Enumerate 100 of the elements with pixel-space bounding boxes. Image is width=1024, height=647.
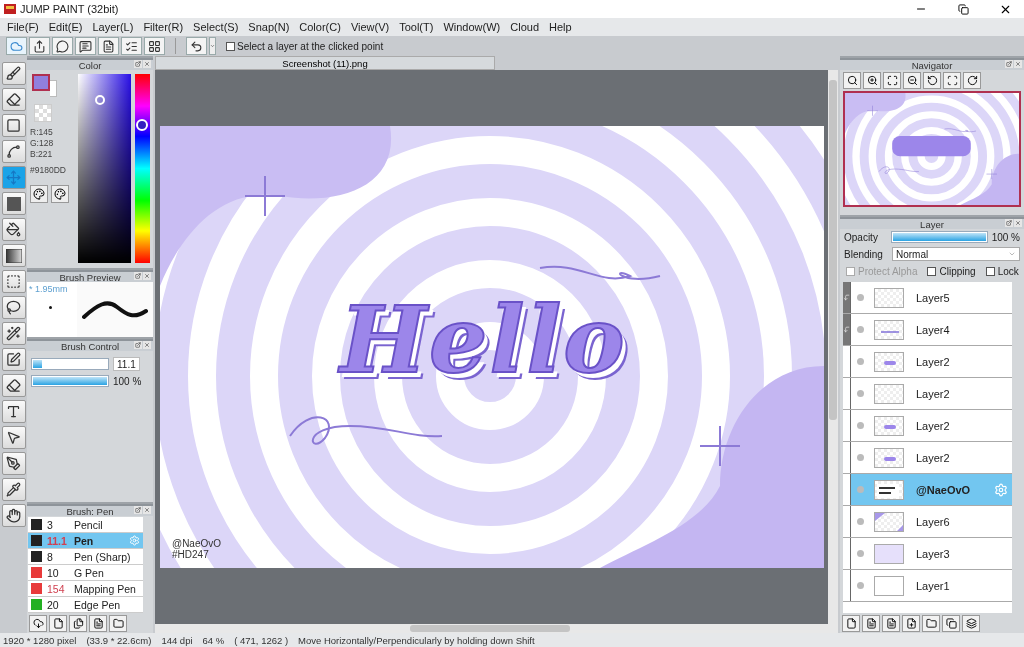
tool-button[interactable] (1, 400, 26, 423)
vertical-scrollbar[interactable] (828, 70, 838, 633)
brush-item[interactable]: 154 Mapping Pen (28, 581, 143, 597)
transparent-swatch[interactable] (34, 104, 52, 122)
rotate-right-button[interactable] (963, 71, 981, 89)
brush-item[interactable]: 3 Pencil (28, 517, 143, 533)
size-field[interactable]: 11.1 (113, 357, 140, 371)
layer-item[interactable]: Layer1 (843, 570, 1012, 602)
visibility-dot-icon[interactable] (857, 550, 864, 557)
layer-item[interactable]: Layer5 (843, 282, 1012, 314)
layer-item[interactable]: Layer4 (843, 314, 1012, 346)
tool-button[interactable] (1, 114, 26, 137)
layer-item[interactable]: Layer3 (843, 538, 1012, 570)
layer-item[interactable]: Layer2 (843, 410, 1012, 442)
visibility-dot-icon[interactable] (857, 390, 864, 397)
actual-size-button[interactable] (843, 71, 861, 89)
blending-dropdown[interactable]: Normal (892, 247, 1020, 261)
tool-button[interactable] (1, 140, 26, 163)
tool-button[interactable] (1, 348, 26, 371)
foreground-color-swatch[interactable] (32, 74, 50, 91)
float-button[interactable] (1005, 219, 1013, 227)
layer-button[interactable] (882, 614, 900, 632)
size-slider[interactable] (31, 358, 109, 370)
visibility-dot-icon[interactable] (857, 486, 864, 493)
brush-item[interactable]: 8 Pen (Sharp) (28, 549, 143, 565)
close-button[interactable] (143, 272, 151, 280)
close-button[interactable] (1014, 60, 1022, 68)
picker-marker[interactable] (94, 95, 105, 105)
zoom-out-button[interactable] (903, 71, 921, 89)
menu-item[interactable]: Window(W) (438, 21, 506, 33)
zoom-in-button[interactable] (863, 71, 881, 89)
visibility-dot-icon[interactable] (857, 582, 864, 589)
menu-item[interactable]: Snap(N) (243, 21, 295, 33)
tool-button[interactable] (1, 62, 26, 85)
fit-button[interactable] (883, 71, 901, 89)
palette-button[interactable] (51, 185, 69, 203)
float-button[interactable] (134, 60, 142, 68)
close-button[interactable] (1014, 219, 1022, 227)
visibility-dot-icon[interactable] (857, 326, 864, 333)
folder-button[interactable] (922, 614, 940, 632)
checkbox[interactable] (927, 267, 937, 276)
hue-slider[interactable] (135, 74, 150, 263)
hue-thumb[interactable] (136, 119, 149, 131)
float-button[interactable] (134, 506, 142, 514)
tool-button[interactable] (1, 192, 26, 215)
layer-item[interactable]: Layer2 (843, 378, 1012, 410)
checkbox[interactable] (985, 267, 995, 276)
menu-item[interactable]: Layer(L) (87, 21, 139, 33)
brush-item[interactable]: 11.1 Pen (28, 533, 143, 549)
close-button[interactable] (143, 341, 151, 349)
palette-button[interactable] (30, 185, 48, 203)
float-button[interactable] (134, 272, 142, 280)
toolbar-button[interactable] (121, 37, 142, 55)
tool-button[interactable] (1, 426, 26, 449)
merge-button[interactable] (962, 614, 980, 632)
visibility-dot-icon[interactable] (857, 454, 864, 461)
close-button[interactable] (143, 506, 151, 514)
canvas[interactable]: Hello @NaeOvO #HD247 (160, 126, 824, 568)
brush-item[interactable]: 10 G Pen (28, 565, 143, 581)
tool-button[interactable] (1, 88, 26, 111)
menu-item[interactable]: Help (544, 21, 577, 33)
menu-item[interactable]: Edit(E) (43, 21, 88, 33)
file-button[interactable] (89, 614, 107, 632)
fit-view-button[interactable] (943, 71, 961, 89)
new-layer-button[interactable] (842, 614, 860, 632)
menu-item[interactable]: View(V) (345, 21, 395, 33)
tool-button[interactable] (1, 374, 26, 397)
float-button[interactable] (134, 341, 142, 349)
background-color-swatch[interactable] (50, 80, 57, 97)
visibility-dot-icon[interactable] (857, 422, 864, 429)
brush-item[interactable]: 20 Edge Pen (28, 597, 143, 613)
checkbox[interactable] (226, 41, 235, 51)
tool-button[interactable] (1, 322, 26, 345)
folder-button[interactable] (109, 614, 127, 632)
saturation-value-picker[interactable] (77, 74, 132, 263)
document-tab[interactable]: Screenshot (11).png (155, 56, 495, 70)
tool-button[interactable] (1, 504, 26, 527)
layer-button[interactable] (862, 614, 880, 632)
download-button[interactable] (29, 614, 47, 632)
tool-button[interactable] (1, 478, 26, 501)
menu-item[interactable]: Tool(T) (394, 21, 439, 33)
close-button[interactable] (143, 60, 151, 68)
toolbar-button[interactable] (144, 37, 165, 55)
menu-item[interactable]: Cloud (505, 21, 544, 33)
visibility-dot-icon[interactable] (857, 358, 864, 365)
layer-item[interactable]: Layer6 (843, 506, 1012, 538)
new-button[interactable] (49, 614, 67, 632)
visibility-dot-icon[interactable] (857, 518, 864, 525)
rotate-left-button[interactable] (923, 71, 941, 89)
duplicate-button[interactable] (942, 614, 960, 632)
tool-button[interactable] (1, 244, 26, 267)
toolbar-button[interactable] (29, 37, 50, 55)
float-button[interactable] (1005, 60, 1013, 68)
tool-button[interactable] (1, 452, 26, 475)
duplicate-button[interactable] (69, 614, 87, 632)
tool-button[interactable] (1, 296, 26, 319)
menu-item[interactable]: Select(S) (188, 21, 244, 33)
add-layer-button[interactable] (902, 614, 920, 632)
toolbar-button[interactable] (98, 37, 119, 55)
toolbar-button[interactable] (52, 37, 73, 55)
